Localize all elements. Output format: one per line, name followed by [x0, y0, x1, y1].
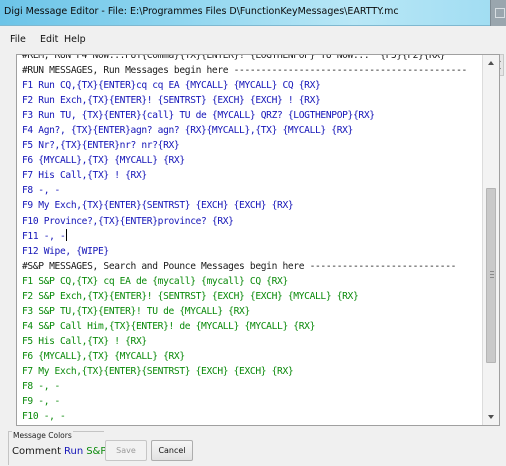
menu-bar: File Edit Help [0, 26, 506, 76]
grip-line-icon [490, 271, 494, 272]
scroll-up-arrow-icon[interactable] [488, 61, 494, 65]
window-control-button[interactable] [490, 0, 506, 26]
scroll-down-arrow-icon[interactable] [488, 415, 494, 419]
editor-line[interactable]: F1 Run CQ,{TX}{ENTER}cq cq EA {MYCALL} {… [17, 78, 483, 93]
menu-help[interactable]: Help [64, 34, 86, 45]
grip-line-icon [490, 277, 494, 278]
window-title: Digi Message Editor - File: E:\Programme… [4, 6, 399, 17]
editor-line[interactable]: F11 -, - [17, 228, 483, 244]
editor-line[interactable]: F9 -, - [17, 394, 483, 409]
editor-line[interactable]: F8 -, - [17, 183, 483, 198]
editor-line[interactable]: F9 My Exch,{TX}{ENTER}{SENTRST} {EXCH} {… [17, 198, 483, 213]
legend-run: Run [64, 446, 84, 457]
legend-comment: Comment [12, 446, 61, 457]
editor-line[interactable]: F4 S&P Call Him,{TX}{ENTER}! de {MYCALL}… [17, 319, 483, 334]
editor-line[interactable]: F3 Run TU, {TX}{ENTER}{call} TU de {MYCA… [17, 108, 483, 123]
editor-line[interactable]: F6 {MYCALL},{TX} {MYCALL} {RX} [17, 153, 483, 168]
editor-line[interactable]: F8 -, - [17, 379, 483, 394]
text-caret [66, 228, 68, 241]
editor-lines[interactable]: #REM, RUN F4 NOW...PUT{Comma}{TX}{ENTER}… [17, 55, 483, 424]
editor-line[interactable]: F1 S&P CQ,{TX} cq EA de {mycall} {mycall… [17, 274, 483, 289]
editor-line[interactable]: F12 Wipe, {WIPE} [17, 244, 483, 259]
editor-line[interactable]: #S&P MESSAGES, Search and Pounce Message… [17, 259, 483, 274]
editor-line[interactable]: F4 Agn?, {TX}{ENTER}agn? agn? {RX}{MYCAL… [17, 123, 483, 138]
message-editor-textarea[interactable]: #REM, RUN F4 NOW...PUT{Comma}{TX}{ENTER}… [16, 54, 500, 426]
editor-line[interactable]: #RUN MESSAGES, Run Messages begin here -… [17, 63, 483, 78]
message-colors-label: Message Colors [12, 431, 73, 440]
editor-line[interactable]: F6 {MYCALL},{TX} {MYCALL} {RX} [17, 349, 483, 364]
title-bar: Digi Message Editor - File: E:\Programme… [0, 0, 506, 26]
editor-line[interactable]: #REM, RUN F4 NOW...PUT{Comma}{TX}{ENTER}… [17, 55, 483, 63]
scrollbar-thumb[interactable] [486, 188, 496, 363]
footer-bar: Message Colors Comment Run S&P Save Cancel [0, 427, 506, 466]
editor-line[interactable]: F2 S&P Exch,{TX}{ENTER}! {SENTRST} {EXCH… [17, 289, 483, 304]
editor-line[interactable]: F5 Nr?,{TX}{ENTER}nr? nr?{RX} [17, 138, 483, 153]
menu-edit[interactable]: Edit [40, 34, 58, 45]
grip-line-icon [490, 274, 494, 275]
legend-sp: S&P [86, 446, 107, 457]
editor-line[interactable]: F7 His Call,{TX} ! {RX} [17, 168, 483, 183]
editor-line[interactable]: F3 S&P TU,{TX}{ENTER}! TU de {MYCALL} {R… [17, 304, 483, 319]
save-button[interactable]: Save [105, 440, 147, 461]
editor-line[interactable]: F7 My Exch,{TX}{ENTER}{SENTRST} {EXCH} {… [17, 364, 483, 379]
editor-line[interactable]: F2 Run Exch,{TX}{ENTER}! {SENTRST} {EXCH… [17, 93, 483, 108]
menu-file[interactable]: File [10, 34, 26, 45]
color-legend: Comment Run S&P [12, 446, 109, 457]
editor-line[interactable]: F10 Province?,{TX}{ENTER}province? {RX} [17, 214, 483, 229]
editor-line[interactable]: F5 His Call,{TX} ! {RX} [17, 334, 483, 349]
editor-vertical-scrollbar[interactable] [482, 55, 499, 425]
editor-line[interactable]: F10 -, - [17, 409, 483, 424]
cancel-button[interactable]: Cancel [151, 440, 193, 461]
